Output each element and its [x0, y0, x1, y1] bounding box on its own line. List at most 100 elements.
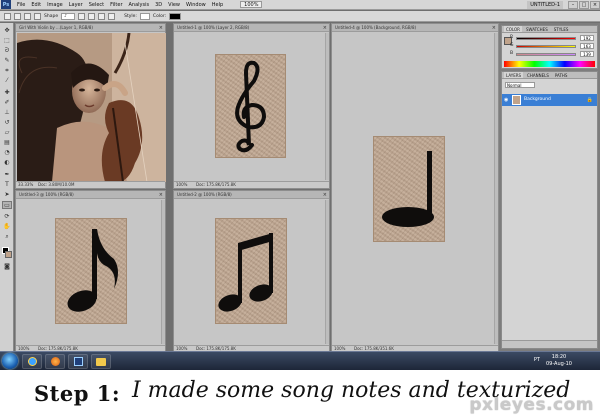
zoom-readout[interactable]: 33.33% [18, 182, 33, 188]
document-tab[interactable]: Untitled-3 @ 100% (RGB/8) × [16, 191, 165, 199]
tab-layers[interactable]: LAYERS [504, 72, 524, 78]
color-ramp[interactable] [504, 61, 595, 67]
vertical-scrollbar[interactable] [494, 33, 498, 344]
close-document-icon[interactable]: × [323, 24, 327, 31]
document-window-quarter-note[interactable]: Untitled-4 @ 100% (Background, RGB/8) × 1… [331, 23, 499, 353]
blue-value-field[interactable]: 139 [580, 51, 594, 57]
tab-channels[interactable]: CHANNELS [525, 72, 551, 78]
shape-mode-exclude-icon[interactable] [108, 12, 116, 20]
minimize-button[interactable]: – [568, 0, 578, 9]
vertical-scrollbar[interactable] [325, 33, 329, 180]
zoom-readout[interactable]: 100% [176, 182, 187, 188]
document-tab[interactable]: Girl With Violin by ...(Layer 1, RGB/8) × [16, 24, 165, 32]
document-tab[interactable]: Untitled-4 @ 100% (Background, RGB/8) × [332, 24, 498, 32]
style-picker[interactable] [139, 12, 150, 20]
tab-styles[interactable]: STYLES [552, 26, 571, 32]
shape-mode-subtract-icon[interactable] [88, 12, 96, 20]
lasso-tool-icon[interactable]: ᘐ [2, 47, 12, 55]
document-window-beamed-notes[interactable]: Untitled-2 @ 100% (RGB/8) × 100% Doc: 175.… [173, 190, 330, 353]
visibility-eye-icon[interactable]: ◉ [504, 97, 508, 103]
blue-slider[interactable] [516, 53, 576, 56]
dodge-tool-icon[interactable]: ◐ [2, 159, 12, 167]
shape-layers-icon[interactable] [14, 12, 21, 20]
pen-tool-icon[interactable]: ✒ [2, 171, 12, 179]
photoshop-taskbar-icon[interactable] [68, 354, 88, 369]
quick-select-tool-icon[interactable]: ✎ [2, 57, 12, 65]
blur-tool-icon[interactable]: ◔ [2, 149, 12, 157]
move-tool-icon[interactable]: ✥ [2, 27, 12, 35]
paths-icon[interactable] [24, 12, 31, 20]
document-tab[interactable]: Untitled-2 @ 100% (RGB/8) × [174, 191, 329, 199]
vertical-scrollbar[interactable] [325, 200, 329, 344]
close-document-icon[interactable]: × [159, 24, 163, 31]
blend-mode-dropdown[interactable]: Normal [505, 82, 535, 88]
marquee-tool-icon[interactable]: ⬚ [2, 37, 12, 45]
custom-shape-tool-icon[interactable]: ▭ [2, 201, 12, 209]
menu-file[interactable]: File [14, 2, 28, 8]
menu-filter[interactable]: Filter [107, 2, 125, 8]
status-bar: 33.33% Doc: 3.80M/10.0M [16, 181, 165, 188]
menu-edit[interactable]: Edit [28, 2, 44, 8]
vertical-scrollbar[interactable] [161, 200, 165, 344]
eyedropper-tool-icon[interactable]: ⁄ [2, 77, 12, 85]
crop-tool-icon[interactable]: ⌗ [2, 67, 12, 75]
clone-stamp-tool-icon[interactable]: ⊥ [2, 109, 12, 117]
shape-picker[interactable]: ♪ [61, 12, 76, 20]
background-color-swatch[interactable] [5, 251, 12, 258]
green-slider[interactable] [516, 45, 576, 48]
document-window-treble-clef[interactable]: Untitled-1 @ 100% (Layer 2, RGB/8) × 100%… [173, 23, 330, 189]
menu-3d[interactable]: 3D [152, 2, 165, 8]
document-window-photo[interactable]: Girl With Violin by ...(Layer 1, RGB/8) × [15, 23, 166, 189]
clock-time: 18:20 [551, 354, 567, 360]
menu-layer[interactable]: Layer [66, 2, 86, 8]
menu-window[interactable]: Window [183, 2, 209, 8]
menu-help[interactable]: Help [209, 2, 226, 8]
system-clock[interactable]: 18:20 09-Aug-10 [546, 354, 572, 368]
step-label: Step 1: [34, 381, 121, 406]
tab-paths[interactable]: PATHS [553, 72, 570, 78]
document-window-eighth-note[interactable]: Untitled-3 @ 100% (RGB/8) × 100% Doc: 175.… [15, 190, 166, 353]
menu-image[interactable]: Image [44, 2, 66, 8]
fill-pixels-icon[interactable] [34, 12, 41, 20]
type-tool-icon[interactable]: T [2, 181, 12, 189]
gradient-tool-icon[interactable]: ▤ [2, 139, 12, 147]
layers-footer [502, 340, 597, 348]
shape-mode-add-icon[interactable] [78, 12, 86, 20]
workspace-switcher[interactable]: UNTITLED-1 [527, 0, 563, 9]
language-indicator[interactable]: PT [534, 357, 540, 363]
close-document-icon[interactable]: × [323, 191, 327, 198]
firefox-icon[interactable] [45, 354, 65, 369]
zoom-tool-icon[interactable]: ⌕ [2, 233, 12, 241]
red-slider[interactable] [516, 37, 576, 40]
menu-select[interactable]: Select [86, 2, 107, 8]
photoshop-app-icon[interactable]: Ps [1, 0, 11, 9]
close-button[interactable]: × [590, 0, 600, 9]
hand-tool-icon[interactable]: ✋ [2, 223, 12, 231]
style-label: Style: [124, 13, 137, 19]
healing-brush-tool-icon[interactable]: ✚ [2, 89, 12, 97]
internet-explorer-icon[interactable] [22, 354, 42, 369]
tab-color[interactable]: COLOR [504, 26, 522, 32]
history-brush-tool-icon[interactable]: ↺ [2, 119, 12, 127]
shape-mode-intersect-icon[interactable] [98, 12, 106, 20]
document-tab[interactable]: Untitled-1 @ 100% (Layer 2, RGB/8) × [174, 24, 329, 32]
green-value-field[interactable]: 163 [580, 43, 594, 49]
close-document-icon[interactable]: × [492, 24, 496, 31]
3d-rotate-tool-icon[interactable]: ⟳ [2, 213, 12, 221]
menu-analysis[interactable]: Analysis [126, 2, 153, 8]
eraser-tool-icon[interactable]: ▱ [2, 129, 12, 137]
tab-swatches[interactable]: SWATCHES [524, 26, 550, 32]
close-document-icon[interactable]: × [159, 191, 163, 198]
brush-tool-icon[interactable]: ✐ [2, 99, 12, 107]
menu-view[interactable]: View [165, 2, 183, 8]
red-value-field[interactable]: 192 [580, 35, 594, 41]
layer-row-background[interactable]: ◉ Background 🔒 [502, 94, 597, 106]
zoom-level-dropdown[interactable]: 100% [240, 1, 263, 8]
tool-preset-icon[interactable] [4, 12, 11, 20]
start-button[interactable] [2, 353, 18, 369]
explorer-folder-icon[interactable] [91, 354, 111, 369]
color-swatch[interactable] [169, 12, 182, 20]
quick-mask-icon[interactable]: ◙ [2, 263, 12, 271]
path-select-tool-icon[interactable]: ➤ [2, 191, 12, 199]
maximize-button[interactable]: □ [579, 0, 589, 9]
